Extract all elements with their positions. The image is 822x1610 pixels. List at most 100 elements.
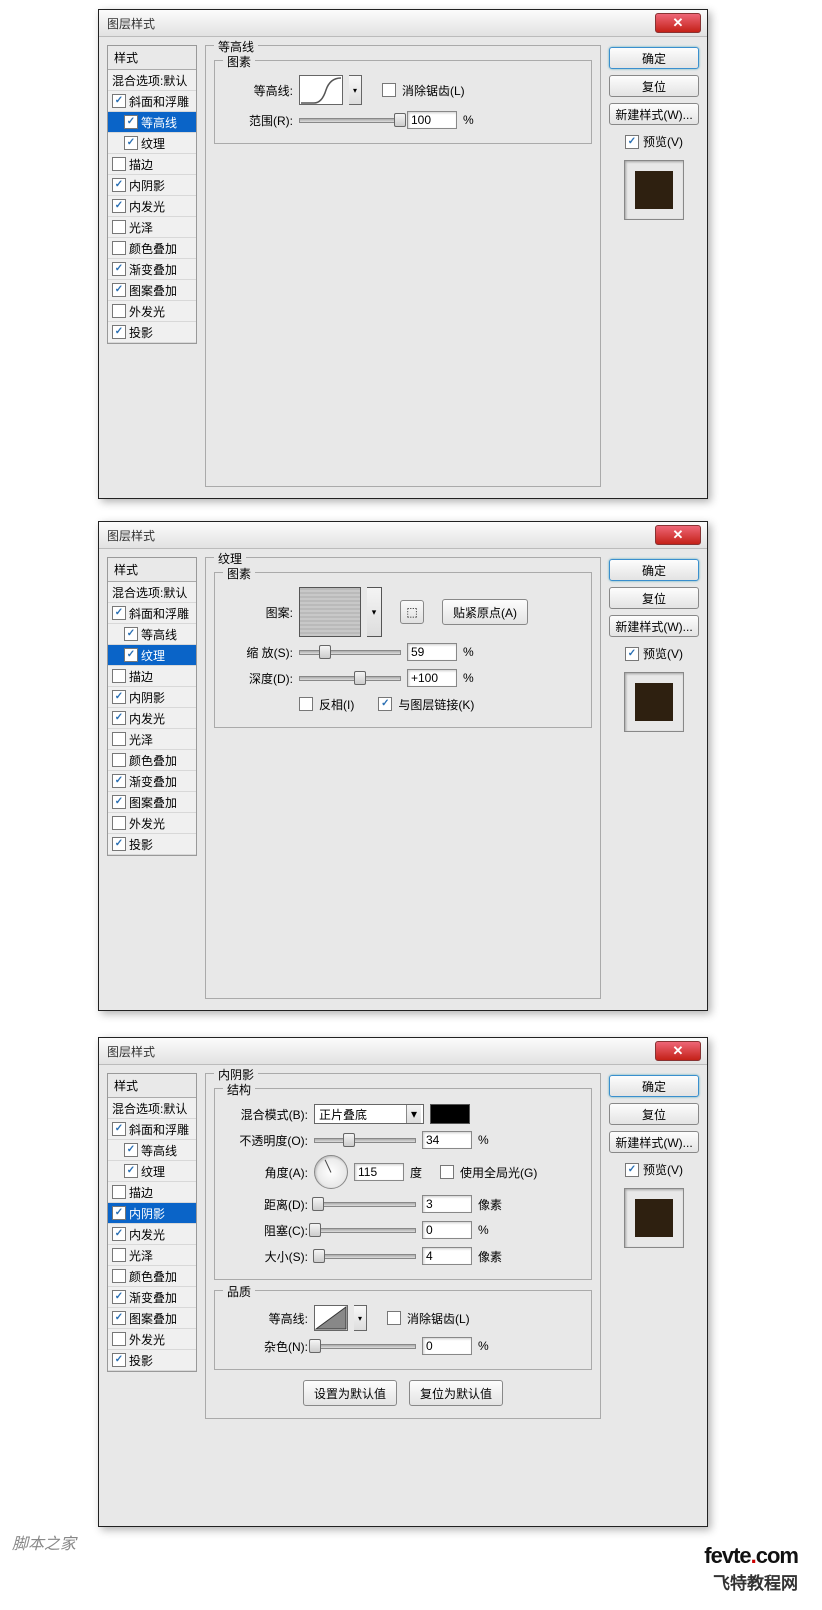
style-gradient-overlay[interactable]: 渐变叠加 <box>108 1287 196 1308</box>
style-inner-glow[interactable]: 内发光 <box>108 708 196 729</box>
checkbox-icon[interactable] <box>112 669 126 683</box>
global-light-checkbox[interactable] <box>440 1165 454 1179</box>
checkbox-icon[interactable] <box>112 1227 126 1241</box>
checkbox-icon[interactable] <box>112 837 126 851</box>
close-icon[interactable]: ✕ <box>655 525 701 545</box>
pattern-picker[interactable] <box>299 587 361 637</box>
checkbox-icon[interactable] <box>112 1122 126 1136</box>
new-style-button[interactable]: 新建样式(W)... <box>609 615 699 637</box>
reset-default-button[interactable]: 复位为默认值 <box>409 1380 503 1406</box>
checkbox-icon[interactable] <box>124 627 138 641</box>
checkbox-icon[interactable] <box>112 1332 126 1346</box>
checkbox-icon[interactable] <box>112 304 126 318</box>
checkbox-icon[interactable] <box>112 1185 126 1199</box>
blend-options[interactable]: 混合选项:默认 <box>108 1098 196 1119</box>
style-color-overlay[interactable]: 颜色叠加 <box>108 750 196 771</box>
style-inner-shadow[interactable]: 内阴影 <box>108 1203 196 1224</box>
checkbox-icon[interactable] <box>112 774 126 788</box>
blend-mode-select[interactable]: 正片叠底 <box>314 1104 424 1124</box>
style-bevel[interactable]: 斜面和浮雕 <box>108 91 196 112</box>
style-outer-glow[interactable]: 外发光 <box>108 813 196 834</box>
scale-input[interactable] <box>407 643 457 661</box>
checkbox-icon[interactable] <box>112 178 126 192</box>
blend-options[interactable]: 混合选项:默认 <box>108 582 196 603</box>
style-color-overlay[interactable]: 颜色叠加 <box>108 1266 196 1287</box>
choke-input[interactable] <box>422 1221 472 1239</box>
antialias-checkbox[interactable] <box>387 1311 401 1325</box>
titlebar[interactable]: 图层样式 ✕ <box>99 1038 707 1065</box>
titlebar[interactable]: 图层样式 ✕ <box>99 10 707 37</box>
style-inner-shadow[interactable]: 内阴影 <box>108 687 196 708</box>
preview-checkbox[interactable] <box>625 647 639 661</box>
close-icon[interactable]: ✕ <box>655 13 701 33</box>
blend-options[interactable]: 混合选项:默认 <box>108 70 196 91</box>
snap-origin-button[interactable]: 贴紧原点(A) <box>442 599 528 625</box>
checkbox-icon[interactable] <box>112 94 126 108</box>
chevron-down-icon[interactable]: ▾ <box>354 1305 367 1331</box>
checkbox-icon[interactable] <box>112 241 126 255</box>
angle-input[interactable] <box>354 1163 404 1181</box>
checkbox-icon[interactable] <box>112 283 126 297</box>
style-bevel[interactable]: 斜面和浮雕 <box>108 603 196 624</box>
style-gradient-overlay[interactable]: 渐变叠加 <box>108 259 196 280</box>
style-drop-shadow[interactable]: 投影 <box>108 834 196 855</box>
checkbox-icon[interactable] <box>112 220 126 234</box>
checkbox-icon[interactable] <box>112 1269 126 1283</box>
checkbox-icon[interactable] <box>112 690 126 704</box>
contour-picker[interactable] <box>299 75 343 105</box>
style-texture[interactable]: 纹理 <box>108 1161 196 1182</box>
style-outer-glow[interactable]: 外发光 <box>108 301 196 322</box>
set-default-button[interactable]: 设置为默认值 <box>303 1380 397 1406</box>
style-stroke[interactable]: 描边 <box>108 154 196 175</box>
checkbox-icon[interactable] <box>124 1164 138 1178</box>
new-style-button[interactable]: 新建样式(W)... <box>609 103 699 125</box>
opacity-slider[interactable] <box>314 1138 416 1143</box>
style-contour[interactable]: 等高线 <box>108 1140 196 1161</box>
range-slider[interactable] <box>299 118 401 123</box>
style-stroke[interactable]: 描边 <box>108 1182 196 1203</box>
depth-input[interactable] <box>407 669 457 687</box>
style-contour[interactable]: 等高线 <box>108 624 196 645</box>
checkbox-icon[interactable] <box>112 325 126 339</box>
close-icon[interactable]: ✕ <box>655 1041 701 1061</box>
new-style-button[interactable]: 新建样式(W)... <box>609 1131 699 1153</box>
checkbox-icon[interactable] <box>112 1311 126 1325</box>
style-outer-glow[interactable]: 外发光 <box>108 1329 196 1350</box>
style-satin[interactable]: 光泽 <box>108 217 196 238</box>
checkbox-icon[interactable] <box>112 1206 126 1220</box>
chevron-down-icon[interactable]: ▾ <box>349 75 362 105</box>
size-input[interactable] <box>422 1247 472 1265</box>
checkbox-icon[interactable] <box>112 1248 126 1262</box>
distance-input[interactable] <box>422 1195 472 1213</box>
noise-input[interactable] <box>422 1337 472 1355</box>
checkbox-icon[interactable] <box>112 606 126 620</box>
shadow-color-swatch[interactable] <box>430 1104 470 1124</box>
style-color-overlay[interactable]: 颜色叠加 <box>108 238 196 259</box>
style-pattern-overlay[interactable]: 图案叠加 <box>108 792 196 813</box>
checkbox-icon[interactable] <box>112 732 126 746</box>
reset-button[interactable]: 复位 <box>609 587 699 609</box>
titlebar[interactable]: 图层样式 ✕ <box>99 522 707 549</box>
preview-checkbox[interactable] <box>625 1163 639 1177</box>
style-pattern-overlay[interactable]: 图案叠加 <box>108 1308 196 1329</box>
style-satin[interactable]: 光泽 <box>108 1245 196 1266</box>
checkbox-icon[interactable] <box>124 648 138 662</box>
depth-slider[interactable] <box>299 676 401 681</box>
style-stroke[interactable]: 描边 <box>108 666 196 687</box>
invert-checkbox[interactable] <box>299 697 313 711</box>
style-texture[interactable]: 纹理 <box>108 133 196 154</box>
style-inner-shadow[interactable]: 内阴影 <box>108 175 196 196</box>
new-preset-icon[interactable]: ⬚ <box>400 600 424 624</box>
style-drop-shadow[interactable]: 投影 <box>108 1350 196 1371</box>
antialias-checkbox[interactable] <box>382 83 396 97</box>
contour-picker[interactable] <box>314 1305 348 1331</box>
checkbox-icon[interactable] <box>112 816 126 830</box>
ok-button[interactable]: 确定 <box>609 559 699 581</box>
style-drop-shadow[interactable]: 投影 <box>108 322 196 343</box>
checkbox-icon[interactable] <box>124 115 138 129</box>
style-texture[interactable]: 纹理 <box>108 645 196 666</box>
size-slider[interactable] <box>314 1254 416 1259</box>
style-inner-glow[interactable]: 内发光 <box>108 1224 196 1245</box>
scale-slider[interactable] <box>299 650 401 655</box>
link-checkbox[interactable] <box>378 697 392 711</box>
